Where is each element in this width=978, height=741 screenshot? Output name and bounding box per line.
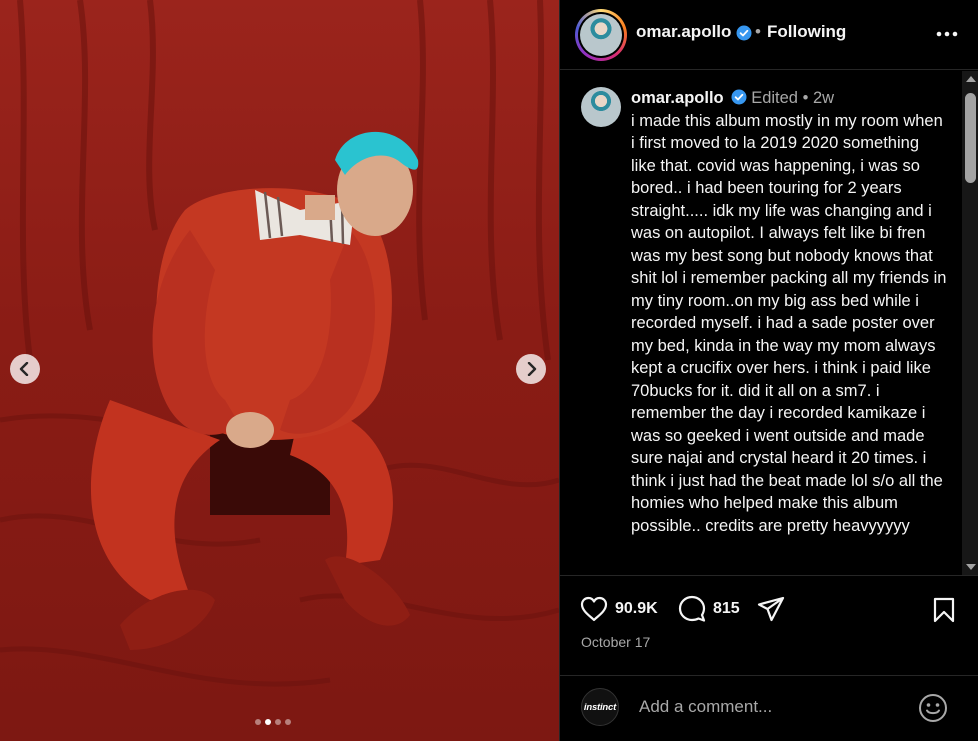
smiley-icon (919, 694, 947, 722)
comment-button[interactable]: 815 (678, 595, 740, 623)
caption-avatar[interactable] (581, 87, 621, 127)
emoji-button[interactable] (918, 693, 948, 728)
share-button[interactable] (757, 596, 785, 622)
more-options-button[interactable] (932, 22, 962, 46)
post-photo (0, 0, 559, 741)
comment-count[interactable]: 815 (713, 600, 740, 618)
story-ring[interactable] (575, 9, 627, 61)
heart-icon (580, 596, 608, 622)
post-date[interactable]: October 17 (581, 634, 650, 650)
verified-badge-icon (736, 25, 752, 41)
scroll-thumb[interactable] (965, 93, 976, 183)
header-separator: • (755, 22, 761, 41)
meta-separator: • (802, 89, 809, 107)
paper-plane-icon (757, 596, 785, 622)
save-button[interactable] (932, 597, 956, 623)
like-button[interactable]: 90.9K (580, 596, 658, 622)
post-actions: 90.9K 815 October 17 (560, 575, 978, 675)
scroll-up-arrow[interactable] (966, 76, 976, 82)
verified-badge-icon (731, 89, 747, 105)
carousel-indicator (255, 719, 291, 725)
avatar (580, 14, 622, 56)
more-options-icon (936, 31, 958, 37)
post-media[interactable] (0, 0, 559, 741)
scroll-down-arrow[interactable] (966, 564, 976, 570)
caption-scroll-area[interactable]: omar.apollo Edited • 2w i made this albu… (560, 71, 978, 575)
chevron-right-icon (527, 362, 537, 376)
carousel-dot (255, 719, 261, 725)
following-button[interactable]: Following (767, 22, 846, 42)
edited-label: Edited (751, 89, 798, 107)
next-slide-button[interactable] (516, 354, 546, 384)
header-username[interactable]: omar.apollo (636, 22, 752, 42)
carousel-dot-active (265, 719, 271, 725)
bookmark-icon (933, 597, 955, 623)
carousel-dot (275, 719, 281, 725)
caption-text: i made this album mostly in my room when… (631, 111, 947, 535)
previous-slide-button[interactable] (10, 354, 40, 384)
post-detail-panel: omar.apollo • Following omar.apollo Edit… (559, 0, 978, 741)
caption: omar.apollo Edited • 2w i made this albu… (631, 87, 947, 537)
chevron-left-icon (19, 362, 29, 376)
post-age[interactable]: 2w (813, 89, 834, 107)
comment-input[interactable] (637, 696, 911, 718)
avatar-logo-text: instinct (583, 701, 617, 713)
comment-composer: instinct (560, 675, 978, 741)
post-header: omar.apollo • Following (560, 0, 978, 70)
commenter-avatar: instinct (581, 688, 619, 726)
caption-username[interactable]: omar.apollo (631, 89, 724, 107)
carousel-dot (285, 719, 291, 725)
caption-scrollbar[interactable] (962, 71, 978, 575)
username-text[interactable]: omar.apollo (636, 22, 731, 41)
comment-bubble-icon (678, 595, 706, 622)
like-count[interactable]: 90.9K (615, 600, 658, 618)
